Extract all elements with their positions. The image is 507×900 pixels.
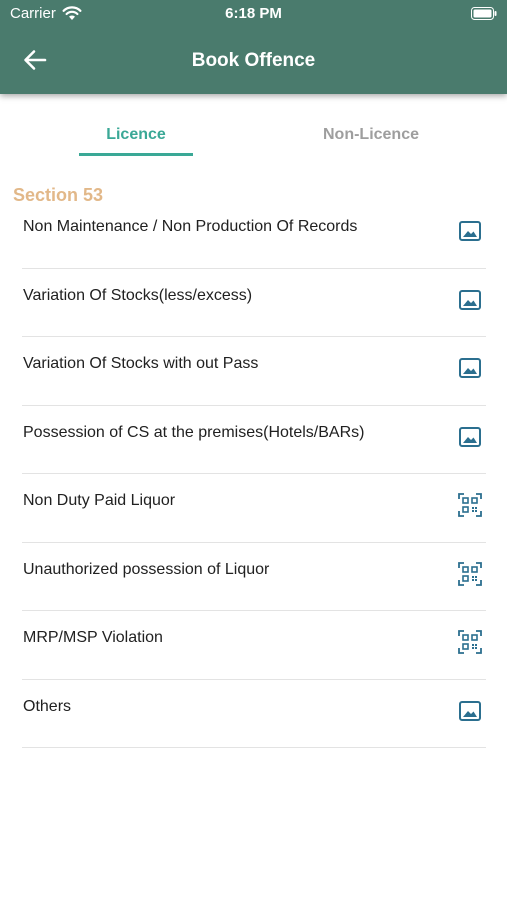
qr-scan-icon[interactable] (458, 630, 482, 654)
list-item[interactable]: Variation Of Stocks(less/excess) (22, 269, 486, 337)
list-item[interactable]: Possession of CS at the premises(Hotels/… (22, 406, 486, 474)
list-item-label: MRP/MSP Violation (23, 629, 163, 646)
qr-scan-icon[interactable] (458, 493, 482, 517)
tab-non-licence[interactable]: Non-Licence (300, 118, 442, 158)
image-icon[interactable] (458, 356, 482, 380)
qr-scan-icon[interactable] (458, 561, 482, 586)
tab-active-indicator (79, 153, 193, 156)
list-item[interactable]: Variation Of Stocks with out Pass (22, 337, 486, 406)
image-icon[interactable] (458, 699, 482, 723)
list-item-label: Possession of CS at the premises(Hotels/… (23, 423, 365, 441)
image-icon[interactable] (458, 288, 482, 312)
list-item-label: Variation Of Stocks(less/excess) (23, 286, 253, 304)
list-item[interactable]: Non Maintenance / Non Production Of Reco… (22, 200, 486, 269)
battery-icon (471, 7, 497, 20)
list-item[interactable]: Non Duty Paid Liquor (22, 474, 486, 543)
list-item-label: Others (23, 697, 72, 715)
status-time: 6:18 PM (225, 5, 282, 22)
tab-bar: Licence Non-Licence (0, 118, 507, 158)
image-icon[interactable] (458, 219, 482, 243)
list-item-label: Unauthorized possession of Liquor (23, 560, 270, 578)
app-header: Carrier 6:18 PM Book Offence (0, 0, 507, 94)
list-item[interactable]: MRP/MSP Violation (22, 611, 486, 680)
list-item-label: Variation Of Stocks with out Pass (23, 355, 259, 372)
list-item[interactable]: Unauthorized possession of Liquor (22, 543, 486, 611)
list-item[interactable]: Others (22, 680, 486, 748)
page-title: Book Offence (191, 50, 316, 71)
status-bar: Carrier 6:18 PM (0, 0, 507, 28)
tab-licence[interactable]: Licence (79, 118, 193, 158)
image-icon[interactable] (458, 425, 482, 449)
list-item-label: Non Duty Paid Liquor (23, 492, 176, 509)
list-item-label: Non Maintenance / Non Production Of Reco… (23, 218, 358, 235)
